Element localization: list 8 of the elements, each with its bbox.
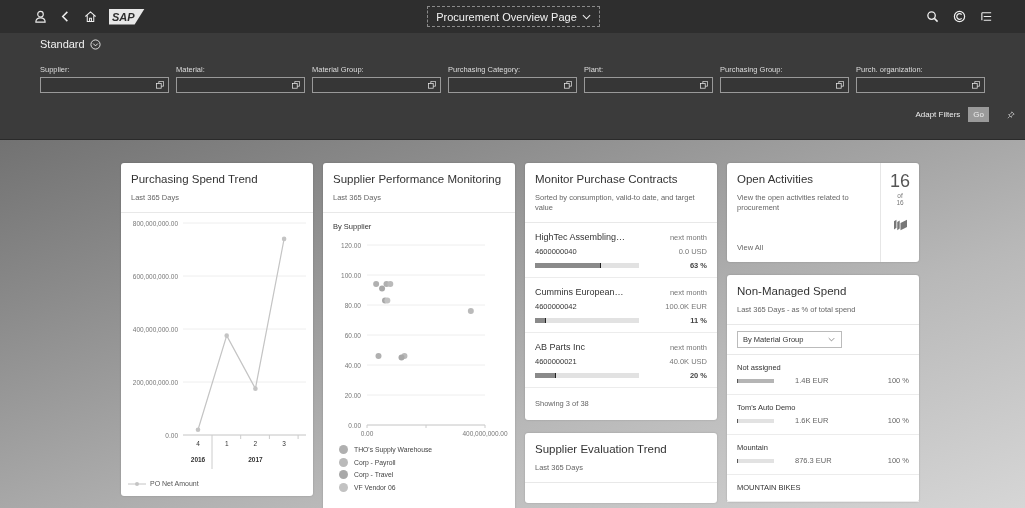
card-title: Purchasing Spend Trend	[131, 173, 259, 185]
card-title: Monitor Purchase Contracts	[535, 173, 679, 185]
variant-title: Standard	[40, 38, 85, 50]
card-title: Non-Managed Spend	[737, 285, 848, 297]
activity-count: 16	[890, 171, 910, 192]
card-title: Open Activities	[737, 173, 815, 185]
card-title: Supplier Evaluation Trend	[535, 443, 668, 456]
card-title: Supplier Performance Monitoring	[333, 173, 503, 185]
